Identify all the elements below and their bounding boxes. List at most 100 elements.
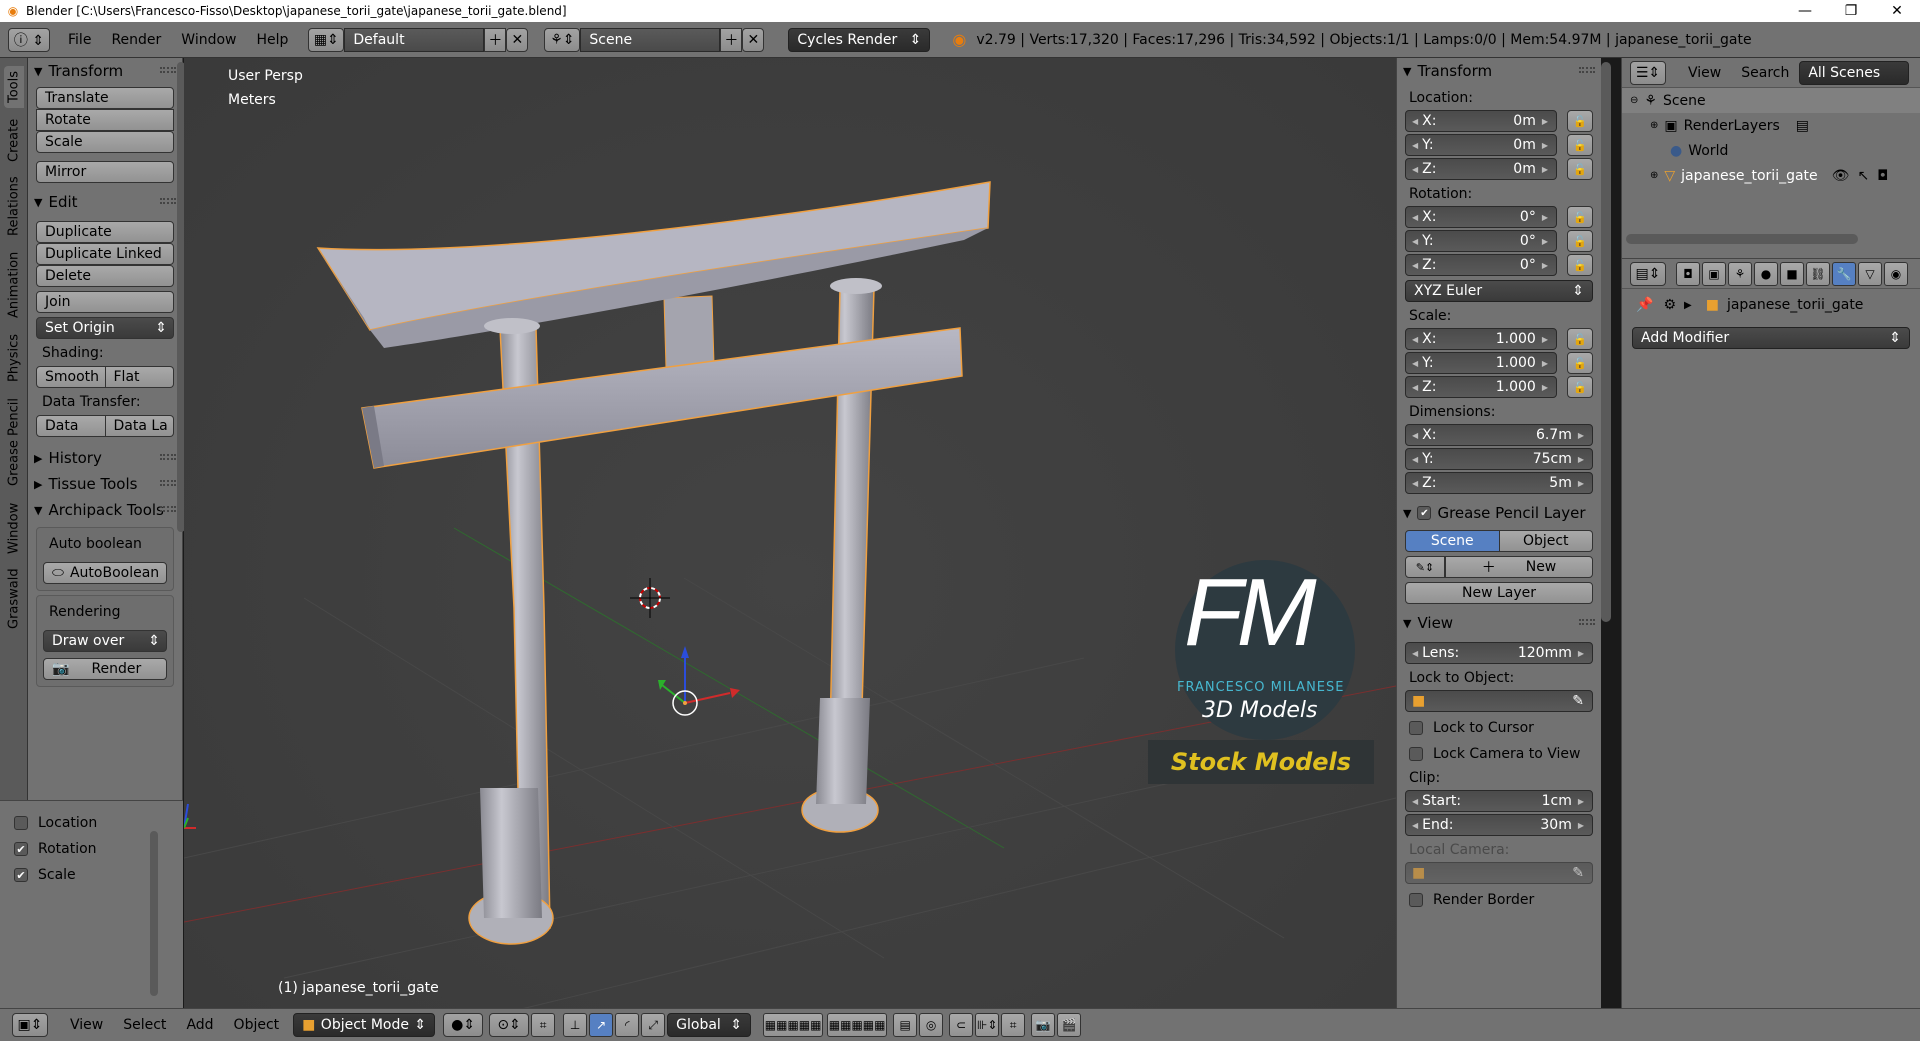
scene-icon-button[interactable]: ⚘⇕ — [544, 27, 581, 52]
tissue-panel-header[interactable]: ▶ Tissue Tools — [28, 471, 182, 497]
manipulator-toggle-icon[interactable]: ⊥ — [563, 1013, 588, 1037]
outliner-item-scene[interactable]: ⊖ ⚘ Scene — [1622, 88, 1920, 113]
join-button[interactable]: Join — [36, 291, 174, 313]
data-layout-button[interactable]: Data La — [105, 415, 174, 437]
outliner-scrollbar[interactable] — [1626, 234, 1858, 244]
drag-grip-icon[interactable] — [160, 454, 176, 460]
snap-magnet-icon[interactable]: ⊂ — [949, 1013, 974, 1037]
archipack-panel-header[interactable]: ▼ Archipack Tools — [28, 497, 182, 523]
collapse-icon[interactable]: ⊖ — [1630, 95, 1638, 106]
lock-icon[interactable]: 🔓 — [1567, 328, 1593, 350]
pivot-select[interactable]: ⊙⇕ — [489, 1013, 530, 1037]
edit-panel-header[interactable]: ▼ Edit — [28, 189, 182, 215]
expand-icon[interactable]: ⊕ — [1650, 120, 1658, 131]
close-button[interactable]: ✕ — [1874, 3, 1920, 19]
drag-grip-icon[interactable] — [160, 198, 176, 204]
outliner-item-renderlayers[interactable]: ⊕ ▣ RenderLayers ▤ — [1622, 113, 1920, 138]
menu-select[interactable]: Select — [113, 1017, 176, 1033]
scale-z-field[interactable]: ◀ Z: 1.000 ▶ — [1405, 376, 1557, 398]
add-scene-button[interactable]: ＋ — [720, 27, 743, 52]
display-mode-select[interactable]: All Scenes — [1799, 60, 1910, 85]
duplicate-button[interactable]: Duplicate — [36, 221, 174, 243]
delete-scene-button[interactable]: ✕ — [742, 27, 765, 52]
tab-grease-pencil[interactable]: Grease Pencil — [4, 392, 24, 492]
scale-button[interactable]: Scale — [36, 131, 174, 153]
pin-icon[interactable]: 📌 — [1636, 297, 1653, 313]
rotate-manipulator-icon[interactable]: ◜ — [615, 1013, 640, 1037]
autoboolean-button[interactable]: ⬭ AutoBoolean — [43, 562, 167, 584]
translate-button[interactable]: Translate — [36, 87, 174, 109]
outliner-search-menu[interactable]: Search — [1731, 65, 1799, 81]
menu-render[interactable]: Render — [101, 32, 171, 48]
data-tab-icon[interactable]: ▽ — [1858, 261, 1882, 286]
add-screen-button[interactable]: ＋ — [484, 27, 507, 52]
torii-gate-model[interactable] — [316, 181, 991, 945]
minimize-button[interactable]: — — [1782, 3, 1828, 19]
drag-grip-icon[interactable] — [1579, 619, 1595, 625]
lock-layer-icon[interactable]: ▤ — [893, 1013, 918, 1037]
orientation-select[interactable]: Global ⇕ — [667, 1013, 752, 1037]
transform-manipulator[interactable] — [658, 646, 740, 716]
eye-icon[interactable]: 👁 — [1832, 168, 1850, 184]
constraints-tab-icon[interactable]: ⛓ — [1806, 261, 1830, 286]
rotation-y-field[interactable]: ◀ Y: 0° ▶ — [1405, 230, 1557, 252]
scale-manipulator-icon[interactable]: ⤢ — [641, 1013, 666, 1037]
n-transform-header[interactable]: ▼ Transform — [1397, 58, 1601, 84]
lock-object-field[interactable]: ■ ✎ — [1405, 690, 1593, 712]
dimension-z-field[interactable]: ◀ Z: 5m ▶ — [1405, 472, 1593, 494]
scene-tab-icon[interactable]: ⚘ — [1728, 261, 1752, 286]
drag-grip-icon[interactable] — [160, 480, 176, 486]
dimension-x-field[interactable]: ◀ X: 6.7m ▶ — [1405, 424, 1593, 446]
tab-relations[interactable]: Relations — [4, 172, 24, 240]
delete-button[interactable]: Delete — [36, 265, 174, 287]
lock-icon[interactable]: 🔓 — [1567, 352, 1593, 374]
menu-file[interactable]: File — [58, 32, 101, 48]
gp-new-layer-button[interactable]: New Layer — [1405, 582, 1593, 604]
translate-manipulator-icon[interactable]: ↗ — [589, 1013, 614, 1037]
tab-window[interactable]: Window — [4, 498, 24, 558]
lock-icon[interactable]: 🔓 — [1567, 158, 1593, 180]
view-panel-header[interactable]: ▼ View — [1397, 610, 1601, 636]
add-modifier-select[interactable]: Add Modifier ⇕ — [1632, 327, 1910, 349]
render-engine-select[interactable]: Cycles Render ⇕ — [788, 27, 931, 52]
tab-tools[interactable]: Tools — [4, 66, 24, 108]
proportional-edit-icon[interactable]: ◎ — [919, 1013, 944, 1037]
duplicate-linked-button[interactable]: Duplicate Linked — [36, 243, 174, 265]
tab-create[interactable]: Create — [4, 114, 24, 166]
tab-animation[interactable]: Animation — [4, 246, 24, 324]
editor-type-info-button[interactable]: ⓘ ⇕ — [8, 27, 50, 52]
drag-grip-icon[interactable] — [160, 506, 176, 512]
clip-start-field[interactable]: ◀ Start: 1cm ▶ — [1405, 790, 1593, 812]
eyedropper-icon[interactable]: ✎ — [1572, 693, 1584, 709]
location-y-field[interactable]: ◀ Y: 0m ▶ — [1405, 134, 1557, 156]
3d-viewport[interactable]: User Persp Meters FM FRANCESCO MILANESE … — [184, 58, 1396, 1008]
outliner-item-world[interactable]: ● World — [1622, 138, 1920, 163]
outliner-editor-type-button[interactable]: ☰⇕ — [1630, 60, 1666, 85]
opengl-render-icon[interactable]: 📷 — [1031, 1013, 1056, 1037]
scene-render[interactable] — [184, 58, 1396, 1008]
mirror-button[interactable]: Mirror — [36, 161, 174, 183]
rotation-z-field[interactable]: ◀ Z: 0° ▶ — [1405, 254, 1557, 276]
snap-target-icon[interactable]: ⌗ — [1001, 1013, 1026, 1037]
expand-icon[interactable]: ⊕ — [1650, 170, 1658, 181]
location-checkbox[interactable]: Location — [14, 813, 183, 833]
lock-icon[interactable]: 🔓 — [1567, 206, 1593, 228]
transform-panel-header[interactable]: ▼ Transform — [28, 58, 182, 84]
scale-x-field[interactable]: ◀ X: 1.000 ▶ — [1405, 328, 1557, 350]
rotation-mode-select[interactable]: XYZ Euler ⇕ — [1405, 280, 1593, 302]
location-x-field[interactable]: ◀ X: 0m ▶ — [1405, 110, 1557, 132]
gp-new-button[interactable]: ＋ New — [1445, 556, 1593, 578]
draw-over-select[interactable]: Draw over ⇕ — [43, 630, 167, 652]
render-button[interactable]: 📷 Render — [43, 658, 167, 680]
gp-scene-toggle[interactable]: Scene — [1405, 530, 1500, 552]
lens-field[interactable]: ◀ Lens: 120mm ▶ — [1405, 642, 1593, 664]
snap-element-icon[interactable]: ⊪⇕ — [975, 1013, 1000, 1037]
keying-scrollbar[interactable] — [150, 831, 158, 996]
layer-grid-2-icon[interactable]: ▦▦▦▦▦ — [827, 1013, 888, 1037]
layer-grid-1-icon[interactable]: ▦▦▦▦▦ — [763, 1013, 824, 1037]
dimension-y-field[interactable]: ◀ Y: 75cm ▶ — [1405, 448, 1593, 470]
material-tab-icon[interactable]: ◉ — [1884, 261, 1908, 286]
menu-add[interactable]: Add — [176, 1017, 223, 1033]
outliner-view-menu[interactable]: View — [1678, 65, 1731, 81]
3d-cursor-icon[interactable] — [630, 578, 670, 618]
